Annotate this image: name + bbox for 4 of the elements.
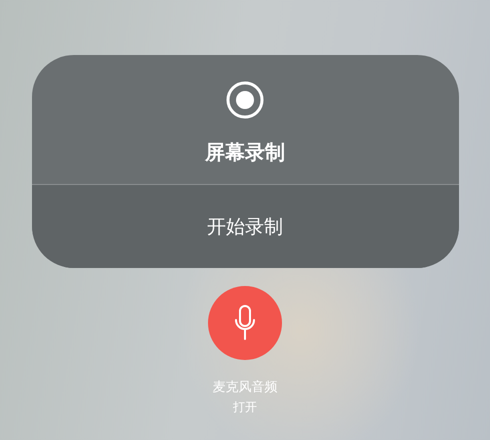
- start-recording-button[interactable]: 开始录制: [32, 185, 458, 268]
- panel-title: 屏幕录制: [205, 139, 285, 166]
- microphone-icon: [234, 305, 256, 341]
- record-icon: [226, 81, 264, 119]
